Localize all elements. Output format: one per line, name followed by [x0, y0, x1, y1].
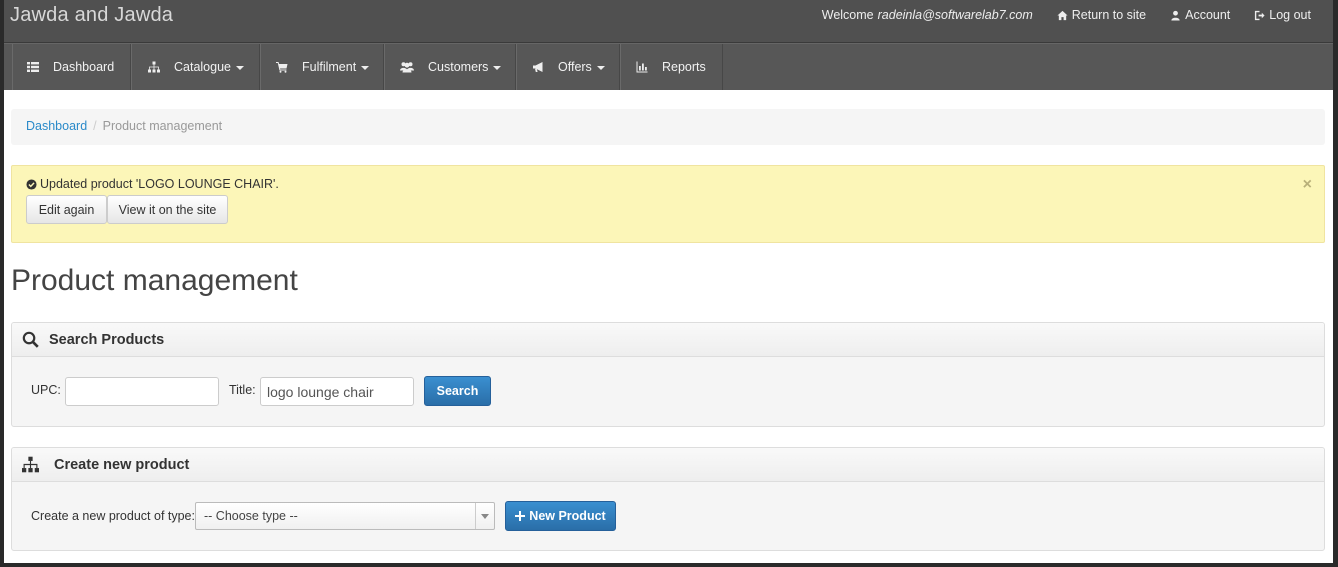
return-to-site-link[interactable]: Return to site: [1057, 8, 1146, 22]
sign-out-icon: [1255, 10, 1265, 20]
shopping-cart-icon: [276, 62, 288, 73]
nav-reports-label: Reports: [662, 60, 706, 74]
home-icon: [1057, 10, 1068, 20]
create-panel-title: Create new product: [54, 456, 190, 473]
upc-label: UPC:: [31, 383, 61, 397]
nav-customers-label: Customers: [428, 60, 489, 74]
dropdown-arrow-icon[interactable]: [475, 503, 494, 529]
title-label: Title:: [229, 383, 256, 397]
return-to-site-label: Return to site: [1071, 8, 1147, 22]
group-icon: [400, 62, 414, 73]
app-window: Jawda and Jawda Welcome radeinla@softwar…: [4, 0, 1333, 563]
alert-text: Updated product 'LOGO LOUNGE CHAIR'.: [40, 177, 279, 191]
bar-chart-icon: [636, 61, 648, 73]
nav-offers-label: Offers: [558, 60, 592, 74]
nav-fulfilment-label: Fulfilment: [302, 60, 357, 74]
search-panel-title: Search Products: [49, 331, 165, 348]
upc-input[interactable]: [65, 377, 219, 406]
nav-catalogue[interactable]: Catalogue: [131, 44, 260, 90]
search-button[interactable]: Search: [424, 376, 491, 406]
success-alert: Updated product 'LOGO LOUNGE CHAIR'. Edi…: [11, 165, 1325, 243]
main-nav: Dashboard Catalogue Fulfilment Customers…: [4, 43, 1333, 90]
account-label: Account: [1185, 8, 1231, 22]
product-type-select[interactable]: -- Choose type --: [195, 502, 495, 530]
welcome-text: Welcome radeinla@softwarelab7.com: [822, 8, 1033, 22]
welcome-prefix: Welcome: [821, 8, 874, 22]
chevron-down-icon: [493, 66, 502, 70]
top-header: Jawda and Jawda Welcome radeinla@softwar…: [4, 0, 1333, 43]
user-icon: [1171, 10, 1180, 21]
breadcrumb-separator: /: [93, 119, 97, 133]
chevron-down-icon: [596, 66, 605, 70]
log-out-label: Log out: [1269, 8, 1311, 22]
chevron-down-icon: [361, 66, 370, 70]
nav-fulfilment[interactable]: Fulfilment: [260, 44, 384, 90]
title-input[interactable]: logo lounge chair: [260, 377, 414, 406]
user-email: radeinla@softwarelab7.com: [877, 8, 1033, 22]
nav-customers[interactable]: Customers: [384, 44, 516, 90]
list-icon: [27, 62, 39, 72]
new-product-button[interactable]: New Product: [505, 501, 616, 531]
plus-icon: [515, 511, 526, 521]
sitemap-icon: [22, 456, 39, 473]
search-panel-header: Search Products: [12, 323, 1324, 357]
nav-dashboard-label: Dashboard: [53, 60, 115, 74]
bullhorn-icon: [533, 62, 543, 72]
brand-title[interactable]: Jawda and Jawda: [10, 4, 173, 27]
breadcrumb: Dashboard / Product management: [11, 109, 1325, 145]
nav-catalogue-label: Catalogue: [174, 60, 231, 74]
nav-offers[interactable]: Offers: [516, 44, 620, 90]
edit-again-button[interactable]: Edit again: [26, 195, 107, 224]
chevron-down-icon: [236, 66, 244, 70]
create-panel-header: Create new product: [12, 448, 1324, 482]
view-on-site-button[interactable]: View it on the site: [107, 195, 228, 224]
account-link[interactable]: Account: [1170, 8, 1230, 22]
page-title: Product management: [11, 264, 298, 297]
user-links: Welcome radeinla@softwarelab7.com Return…: [822, 8, 1311, 22]
nav-dashboard[interactable]: Dashboard: [12, 44, 131, 90]
nav-reports[interactable]: Reports: [620, 44, 723, 90]
breadcrumb-dashboard-link[interactable]: Dashboard: [26, 119, 87, 133]
new-product-label: New Product: [529, 509, 606, 523]
check-circle-icon: [26, 178, 37, 190]
close-icon[interactable]: ×: [1303, 176, 1312, 194]
alert-message: Updated product 'LOGO LOUNGE CHAIR'.: [26, 177, 279, 191]
create-product-panel: Create new product Create a new product …: [11, 447, 1325, 551]
sitemap-icon: [148, 61, 160, 73]
product-type-selected: -- Choose type --: [204, 509, 298, 523]
product-type-label: Create a new product of type:: [31, 509, 195, 523]
log-out-link[interactable]: Log out: [1254, 8, 1311, 22]
search-products-panel: Search Products UPC: Title: logo lounge …: [11, 322, 1325, 427]
breadcrumb-current: Product management: [102, 119, 223, 133]
search-icon: [22, 331, 39, 348]
